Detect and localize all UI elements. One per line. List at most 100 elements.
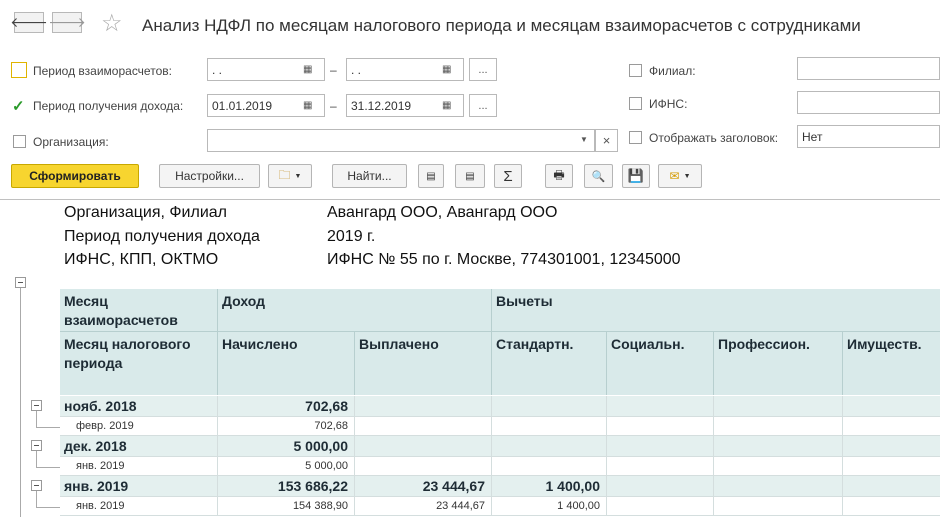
expand-groups-button[interactable]: ▤ bbox=[418, 164, 444, 188]
empty-cell[interactable] bbox=[843, 497, 940, 516]
detail-accrued-cell[interactable]: 154 388,90 bbox=[218, 497, 355, 516]
ifns-checkbox[interactable] bbox=[629, 97, 642, 110]
back-button[interactable]: 🡐 bbox=[10, 12, 48, 33]
empty-cell[interactable] bbox=[714, 457, 843, 476]
income-period-select-button[interactable]: ... bbox=[469, 94, 497, 117]
branch-field[interactable] bbox=[797, 57, 940, 80]
empty-cell[interactable] bbox=[714, 396, 843, 417]
find-button[interactable]: Найти... bbox=[332, 164, 407, 188]
calendar-icon[interactable]: ▦ bbox=[442, 100, 451, 111]
calendar-icon[interactable]: ▦ bbox=[303, 100, 312, 111]
header-professional: Профессион. bbox=[714, 331, 843, 395]
report-spreadsheet[interactable]: Организация, Филиал Авангард ООО, Аванга… bbox=[0, 199, 940, 517]
detail-paid-cell[interactable] bbox=[355, 457, 492, 476]
detail-accrued-cell[interactable]: 702,68 bbox=[218, 417, 355, 436]
settings-button[interactable]: Настройки... bbox=[159, 164, 260, 188]
print-button[interactable]: 🖶 bbox=[545, 164, 573, 188]
income-period-label: Период получения дохода: bbox=[33, 99, 184, 113]
header-tax-month: Месяц налогового периода bbox=[60, 331, 218, 395]
empty-cell[interactable] bbox=[843, 396, 940, 417]
detail-month-cell[interactable]: янв. 2019 bbox=[60, 497, 218, 516]
settlement-period-select-button[interactable]: ... bbox=[469, 58, 497, 81]
empty-cell[interactable] bbox=[843, 457, 940, 476]
detail-paid-cell[interactable] bbox=[355, 417, 492, 436]
printer-icon: 🖶 bbox=[553, 167, 565, 182]
sum-button[interactable]: Σ bbox=[494, 164, 522, 188]
forward-button[interactable]: 🡒 bbox=[48, 12, 86, 33]
show-header-checkbox[interactable] bbox=[629, 131, 642, 144]
group-standard-cell[interactable] bbox=[492, 396, 607, 417]
detail-paid-cell[interactable]: 23 444,67 bbox=[355, 497, 492, 516]
ifns-field[interactable] bbox=[797, 91, 940, 114]
branch-checkbox[interactable] bbox=[629, 64, 642, 77]
info-key: Период получения дохода bbox=[64, 228, 260, 245]
empty-cell[interactable] bbox=[843, 417, 940, 436]
outline-gutter bbox=[0, 200, 60, 517]
variants-button[interactable]: 🗀 ▼ bbox=[268, 164, 312, 188]
settlement-period-label: Период взаиморасчетов: bbox=[33, 64, 172, 78]
settlement-period-checkbox[interactable] bbox=[11, 62, 27, 78]
group-month-cell[interactable]: дек. 2018 bbox=[60, 436, 218, 457]
preview-button[interactable]: 🔍 bbox=[584, 164, 613, 188]
ifns-label: ИФНС: bbox=[649, 97, 688, 111]
chevron-down-icon: ▼ bbox=[683, 172, 691, 180]
arrow-right-icon: 🡒 bbox=[48, 14, 86, 30]
detail-standard-cell[interactable]: 1 400,00 bbox=[492, 497, 607, 516]
empty-cell[interactable] bbox=[714, 417, 843, 436]
collapse-groups-button[interactable]: ▤ bbox=[455, 164, 485, 188]
sum-icon: Σ bbox=[503, 167, 513, 185]
collapse-row-toggle[interactable] bbox=[31, 440, 42, 451]
empty-cell[interactable] bbox=[607, 436, 714, 457]
close-icon: × bbox=[602, 133, 611, 148]
empty-cell[interactable] bbox=[607, 476, 714, 497]
show-header-label: Отображать заголовок: bbox=[649, 131, 779, 145]
empty-cell[interactable] bbox=[714, 497, 843, 516]
header-paid: Выплачено bbox=[355, 331, 492, 395]
empty-cell[interactable] bbox=[607, 457, 714, 476]
save-button[interactable]: 💾 bbox=[622, 164, 650, 188]
empty-cell[interactable] bbox=[843, 436, 940, 457]
envelope-icon: ✉ bbox=[669, 169, 680, 183]
dash: – bbox=[330, 63, 337, 77]
organization-field[interactable] bbox=[207, 129, 595, 152]
detail-standard-cell[interactable] bbox=[492, 457, 607, 476]
detail-month-cell[interactable]: февр. 2019 bbox=[60, 417, 218, 436]
header-social: Социальн. bbox=[607, 331, 714, 395]
collapse-header-toggle[interactable] bbox=[15, 277, 26, 288]
empty-cell[interactable] bbox=[607, 417, 714, 436]
group-paid-cell[interactable]: 23 444,67 bbox=[355, 476, 492, 497]
group-standard-cell[interactable] bbox=[492, 436, 607, 457]
star-icon[interactable]: ☆ bbox=[101, 9, 123, 38]
collapse-row-toggle[interactable] bbox=[31, 480, 42, 491]
group-month-cell[interactable]: нояб. 2018 bbox=[60, 396, 218, 417]
empty-cell[interactable] bbox=[714, 436, 843, 457]
organization-checkbox[interactable] bbox=[13, 135, 26, 148]
group-accrued-cell[interactable]: 153 686,22 bbox=[218, 476, 355, 497]
generate-button[interactable]: Сформировать bbox=[11, 164, 139, 188]
clear-organization-button[interactable]: × bbox=[595, 129, 618, 152]
detail-accrued-cell[interactable]: 5 000,00 bbox=[218, 457, 355, 476]
detail-standard-cell[interactable] bbox=[492, 417, 607, 436]
calendar-icon[interactable]: ▦ bbox=[303, 64, 312, 75]
checkmark-icon[interactable]: ✓ bbox=[12, 97, 25, 115]
group-accrued-cell[interactable]: 702,68 bbox=[218, 396, 355, 417]
detail-month-cell[interactable]: янв. 2019 bbox=[60, 457, 218, 476]
info-value: Авангард ООО, Авангард ООО bbox=[327, 204, 558, 221]
calendar-icon[interactable]: ▦ bbox=[442, 64, 451, 75]
empty-cell[interactable] bbox=[607, 497, 714, 516]
group-paid-cell[interactable] bbox=[355, 396, 492, 417]
info-key: ИФНС, КПП, ОКТМО bbox=[64, 251, 219, 268]
group-standard-cell[interactable]: 1 400,00 bbox=[492, 476, 607, 497]
group-paid-cell[interactable] bbox=[355, 436, 492, 457]
show-header-field[interactable]: Нет bbox=[797, 125, 940, 148]
header-standard: Стандартн. bbox=[492, 331, 607, 395]
empty-cell[interactable] bbox=[843, 476, 940, 497]
collapse-row-toggle[interactable] bbox=[31, 400, 42, 411]
group-accrued-cell[interactable]: 5 000,00 bbox=[218, 436, 355, 457]
dropdown-icon[interactable]: ▼ bbox=[580, 135, 588, 144]
send-email-button[interactable]: ✉ ▼ bbox=[658, 164, 702, 188]
empty-cell[interactable] bbox=[607, 396, 714, 417]
group-month-cell[interactable]: янв. 2019 bbox=[60, 476, 218, 497]
header-property: Имуществ. bbox=[843, 331, 940, 395]
empty-cell[interactable] bbox=[714, 476, 843, 497]
